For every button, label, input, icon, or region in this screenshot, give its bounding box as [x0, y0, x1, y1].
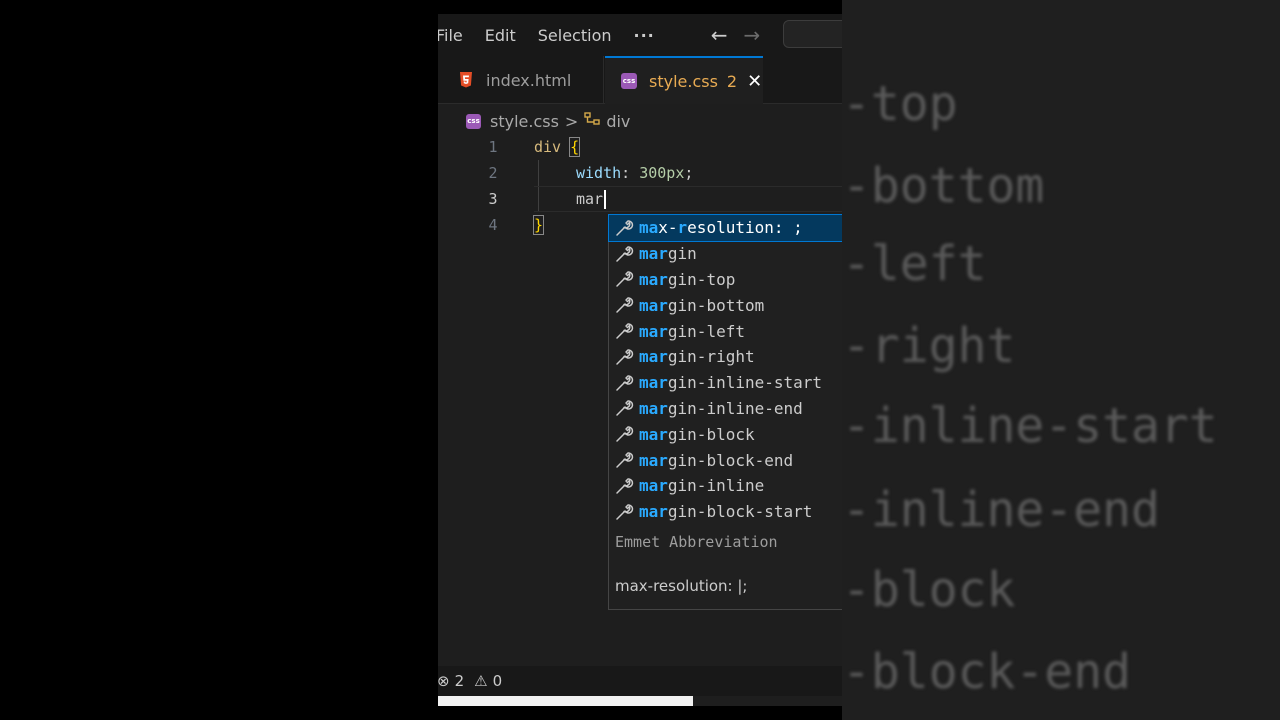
more-menu-icon[interactable]: ···	[634, 26, 655, 45]
wrench-icon	[613, 321, 635, 341]
wrench-icon	[613, 218, 635, 238]
suggestion-label: margin-left	[639, 321, 745, 341]
line-number: 4	[488, 216, 498, 234]
suggestion-item[interactable]: margin-block-start	[609, 499, 842, 525]
code-line: 3 mar	[438, 186, 842, 212]
line-number: 3	[488, 190, 498, 208]
suggestion-label: margin-right	[639, 347, 755, 367]
bottom-strip	[438, 696, 693, 706]
suggestion-label: margin-bottom	[639, 295, 765, 315]
wrench-icon	[613, 373, 635, 393]
backdrop-word: -left	[842, 236, 987, 292]
command-center-search[interactable]	[783, 20, 842, 48]
forward-arrow-icon[interactable]: →	[744, 23, 761, 47]
backdrop-word: -block	[842, 562, 1016, 618]
code-line: 2 width: 300px;	[438, 160, 842, 186]
suggestion-label: margin-block	[639, 424, 755, 444]
back-arrow-icon[interactable]: ←	[711, 23, 728, 47]
warning-count[interactable]: 0	[493, 672, 503, 690]
backdrop-word: -inline-end	[842, 482, 1160, 538]
html5-icon	[458, 72, 474, 89]
suggestion-label: margin-top	[639, 269, 736, 289]
wrench-icon	[613, 502, 635, 522]
menu-edit[interactable]: Edit	[485, 26, 516, 45]
line-number: 2	[488, 164, 498, 182]
problem-count-badge: 2	[726, 71, 738, 91]
breadcrumb: css style.css > div	[438, 104, 842, 138]
suggestion-label: margin-block-start	[639, 502, 813, 522]
tab-label: index.html	[486, 70, 572, 90]
backdrop-word: -top	[842, 76, 958, 132]
breadcrumb-file[interactable]: style.css	[490, 112, 559, 131]
vscode-window: File Edit Selection ··· ← → index.html c…	[438, 0, 842, 720]
suggestion-details: Emmet Abbreviation max-resolution: |;	[609, 527, 842, 595]
menu-bar: File Edit Selection ··· ← →	[438, 14, 842, 56]
backdrop-word: -inline-start	[842, 398, 1218, 454]
wrench-icon	[613, 450, 635, 470]
suggestion-label: max-resolution: ;	[639, 218, 803, 238]
suggestion-list: max-resolution: ; margin margin-top margin-…	[608, 214, 842, 525]
code-text: mar	[576, 189, 607, 209]
suggestion-item[interactable]: max-resolution: ;	[608, 214, 842, 242]
css-file-icon: css	[621, 73, 637, 89]
suggestion-item[interactable]: margin-left	[609, 318, 842, 344]
code-text: width: 300px;	[576, 164, 694, 182]
wrench-icon	[613, 347, 635, 367]
wrench-icon	[613, 269, 635, 289]
tab-index-html[interactable]: index.html	[438, 56, 604, 104]
tab-style-css[interactable]: css style.css 2 ✕	[605, 56, 763, 104]
code-text: }	[532, 215, 545, 235]
top-bezel	[438, 0, 842, 14]
suggestion-item[interactable]: margin-right	[609, 344, 842, 370]
left-backdrop	[0, 0, 438, 720]
suggestion-item[interactable]: margin-inline	[609, 473, 842, 499]
symbol-icon	[584, 112, 601, 130]
suggestion-item[interactable]: margin-inline-end	[609, 396, 842, 422]
menu-selection[interactable]: Selection	[538, 26, 612, 45]
suggestion-label: margin-inline	[639, 476, 765, 496]
wrench-icon	[613, 398, 635, 418]
suggestion-label: margin-inline-start	[639, 373, 823, 393]
line-number: 1	[488, 138, 498, 156]
suggestion-item[interactable]: margin	[609, 241, 842, 267]
tab-label: style.css	[649, 71, 718, 91]
suggestion-label: margin	[639, 244, 697, 264]
wrench-icon	[613, 424, 635, 444]
suggestion-item[interactable]: margin-inline-start	[609, 370, 842, 396]
suggestion-item[interactable]: margin-block-end	[609, 447, 842, 473]
wrench-icon	[613, 476, 635, 496]
right-zoom-backdrop: -top -bottom -left -right -inline-start …	[842, 0, 1280, 720]
css-file-icon: css	[466, 113, 481, 129]
suggestion-item[interactable]: margin-top	[609, 267, 842, 293]
suggestion-widget: max-resolution: ; margin margin-top margin-…	[608, 214, 842, 610]
warning-icon[interactable]: ⚠	[474, 672, 487, 690]
suggestion-item[interactable]: margin-bottom	[609, 292, 842, 318]
backdrop-word: -block-end	[842, 644, 1131, 700]
details-title: Emmet Abbreviation	[615, 533, 778, 551]
close-icon[interactable]: ✕	[747, 71, 762, 92]
breadcrumb-symbol[interactable]: div	[606, 112, 630, 131]
status-bar: ⊗ 2 ⚠ 0	[438, 666, 842, 696]
code-line: 1 div {	[438, 134, 842, 160]
text-cursor	[604, 189, 607, 209]
bottom-bezel	[438, 706, 842, 720]
details-body: max-resolution: |;	[615, 577, 748, 595]
error-icon[interactable]: ⊗	[438, 672, 450, 690]
breadcrumb-separator: >	[564, 111, 579, 131]
error-count[interactable]: 2	[455, 672, 465, 690]
suggestion-item[interactable]: margin-block	[609, 421, 842, 447]
code-text: div {	[534, 137, 581, 157]
menu-file[interactable]: File	[438, 26, 463, 45]
suggestion-label: margin-inline-end	[639, 398, 803, 418]
suggestion-label: margin-block-end	[639, 450, 794, 470]
wrench-icon	[613, 244, 635, 264]
backdrop-word: -bottom	[842, 158, 1045, 214]
wrench-icon	[613, 295, 635, 315]
backdrop-word: -right	[842, 318, 1016, 374]
editor-tab-bar: index.html css style.css 2 ✕	[438, 56, 842, 104]
